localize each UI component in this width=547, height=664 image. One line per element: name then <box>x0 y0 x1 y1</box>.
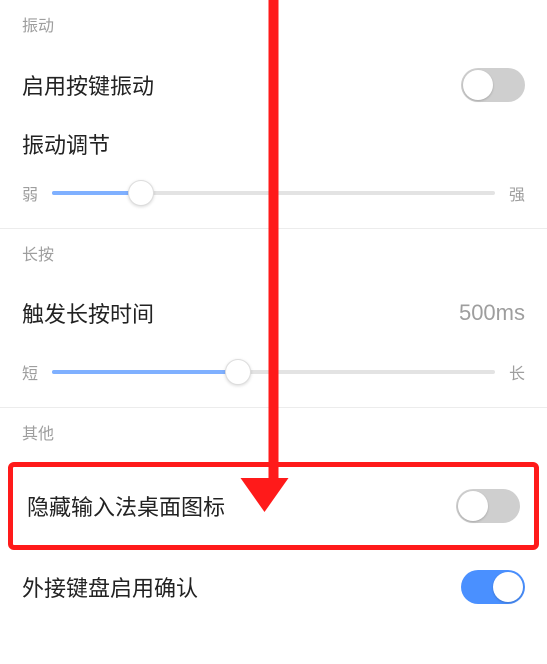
longpress-min-label: 短 <box>22 360 38 384</box>
row-enable-vibration[interactable]: 启用按键振动 <box>0 48 547 122</box>
trigger-time-label: 触发长按时间 <box>22 297 154 329</box>
section-header-longpress: 长按 <box>0 229 547 277</box>
vibration-min-label: 弱 <box>22 181 38 205</box>
row-hide-icon[interactable]: 隐藏输入法桌面图标 <box>13 467 534 545</box>
external-keyboard-toggle[interactable] <box>461 570 525 604</box>
vibration-slider[interactable] <box>52 180 495 206</box>
longpress-slider[interactable] <box>52 359 495 385</box>
vibration-adjust-label: 振动调节 <box>22 128 110 160</box>
hide-icon-toggle[interactable] <box>456 489 520 523</box>
trigger-time-value: 500ms <box>459 300 525 326</box>
vibration-slider-row: 弱 强 <box>0 170 547 228</box>
row-external-keyboard[interactable]: 外接键盘启用确认 <box>0 556 547 624</box>
longpress-max-label: 长 <box>509 360 525 384</box>
section-header-vibration: 振动 <box>0 0 547 48</box>
highlight-box: 隐藏输入法桌面图标 <box>8 462 539 550</box>
hide-icon-label: 隐藏输入法桌面图标 <box>27 490 225 522</box>
vibration-max-label: 强 <box>509 181 525 205</box>
section-header-other: 其他 <box>0 408 547 456</box>
enable-vibration-label: 启用按键振动 <box>22 69 154 101</box>
row-trigger-time[interactable]: 触发长按时间 500ms <box>0 277 547 349</box>
external-keyboard-label: 外接键盘启用确认 <box>22 571 198 603</box>
longpress-slider-row: 短 长 <box>0 349 547 407</box>
enable-vibration-toggle[interactable] <box>461 68 525 102</box>
